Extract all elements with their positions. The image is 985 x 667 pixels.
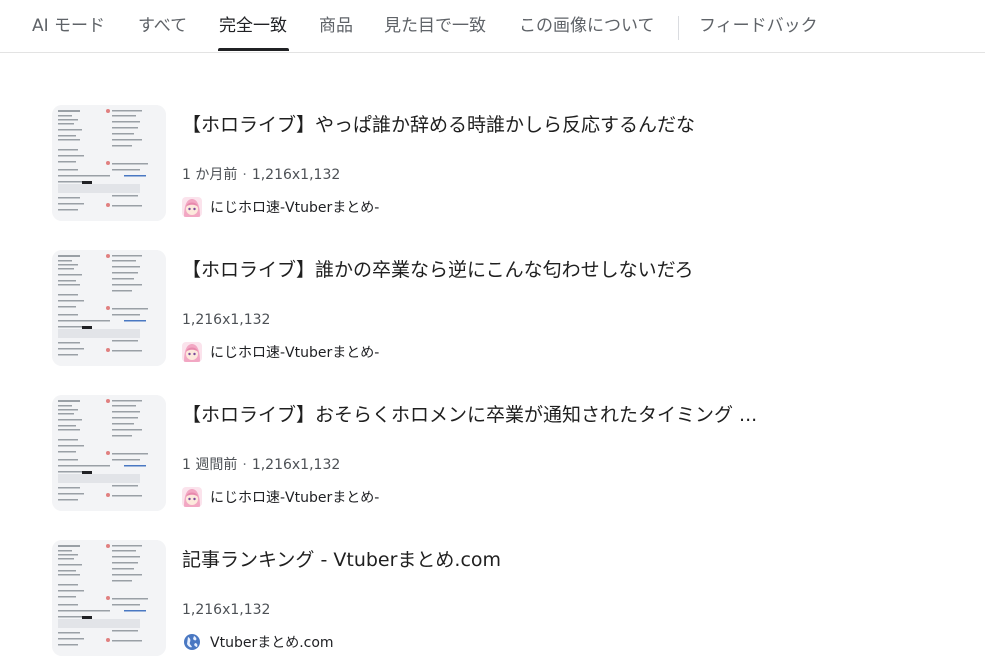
anime-avatar-icon (182, 197, 202, 217)
result-meta: 1,216x1,132 (182, 600, 270, 620)
source-name: にじホロ速-Vtuberまとめ- (210, 490, 380, 506)
result-source[interactable]: Vtuberまとめ.com (182, 632, 334, 652)
result-source[interactable]: にじホロ速-Vtuberまとめ- (182, 197, 379, 217)
result-meta: 1 か月前 · 1,216x1,132 (182, 165, 340, 185)
result-thumbnail[interactable] (52, 105, 166, 221)
result-item[interactable]: 【ホロライブ】おそらくホロメンに卒業が通知されたタイミング ... 1 週間前 ·… (52, 395, 952, 511)
tab-products[interactable]: 商品 (319, 15, 353, 37)
result-thumbnail[interactable] (52, 250, 166, 366)
source-name: にじホロ速-Vtuberまとめ- (210, 200, 380, 216)
result-item[interactable]: 【ホロライブ】誰かの卒業なら逆にこんな匂わせしないだろ 1,216x1,132 … (52, 250, 952, 366)
meta-separator: · (242, 457, 247, 473)
result-meta: 1,216x1,132 (182, 310, 270, 330)
result-item[interactable]: 【ホロライブ】やっぱ誰か辞める時誰かしら反応するんだな 1 か月前 · 1,216x… (52, 105, 952, 221)
tab-exact-match[interactable]: 完全一致 (219, 15, 287, 37)
screenshot-thumbnail-image (52, 395, 166, 511)
result-dimensions: 1,216x1,132 (182, 602, 271, 618)
result-source[interactable]: にじホロ速-Vtuberまとめ- (182, 342, 379, 362)
tab-visual-matches[interactable]: 見た目で一致 (384, 15, 486, 37)
result-thumbnail[interactable] (52, 395, 166, 511)
result-age: 1 か月前 (182, 167, 238, 183)
anime-avatar-icon (182, 342, 202, 362)
result-dimensions: 1,216x1,132 (251, 457, 341, 473)
globe-icon (182, 632, 202, 652)
result-title[interactable]: 記事ランキング - Vtuberまとめ.com (182, 547, 501, 573)
tab-all[interactable]: すべて (138, 15, 187, 37)
active-tab-indicator (218, 48, 289, 51)
result-thumbnail[interactable] (52, 540, 166, 656)
result-title[interactable]: 【ホロライブ】おそらくホロメンに卒業が通知されたタイミング ... (182, 402, 757, 428)
search-tabs: AI モード すべて 完全一致 商品 見た目で一致 この画像について フィードバ… (0, 0, 985, 53)
anime-avatar-icon (182, 487, 202, 507)
result-meta: 1 週間前 · 1,216x1,132 (182, 455, 340, 475)
screenshot-thumbnail-image (52, 540, 166, 656)
result-title[interactable]: 【ホロライブ】やっぱ誰か辞める時誰かしら反応するんだな (182, 112, 695, 138)
source-name: にじホロ速-Vtuberまとめ- (210, 345, 380, 361)
meta-separator: · (242, 167, 247, 183)
screenshot-thumbnail-image (52, 250, 166, 366)
tab-ai-mode[interactable]: AI モード (32, 15, 105, 37)
result-title[interactable]: 【ホロライブ】誰かの卒業なら逆にこんな匂わせしないだろ (182, 257, 693, 283)
result-dimensions: 1,216x1,132 (182, 312, 271, 328)
result-source[interactable]: にじホロ速-Vtuberまとめ- (182, 487, 379, 507)
tab-feedback[interactable]: フィードバック (699, 15, 818, 37)
tab-about-this-image[interactable]: この画像について (519, 15, 655, 37)
result-item[interactable]: 記事ランキング - Vtuberまとめ.com 1,216x1,132 Vtub… (52, 540, 952, 656)
result-dimensions: 1,216x1,132 (251, 167, 341, 183)
source-name: Vtuberまとめ.com (210, 635, 334, 651)
tab-divider (678, 16, 679, 40)
screenshot-thumbnail-image (52, 105, 166, 221)
result-age: 1 週間前 (182, 457, 238, 473)
